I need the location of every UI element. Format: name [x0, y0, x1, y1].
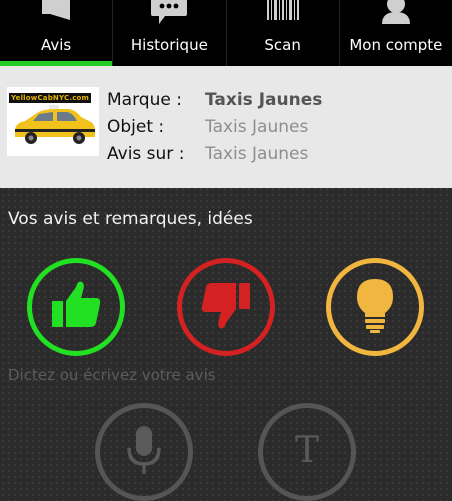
- marque-label: Marque :: [107, 89, 182, 110]
- thumbs-down-icon: [198, 277, 254, 337]
- idea-button[interactable]: [326, 258, 424, 356]
- feedback-title: Vos avis et remarques, idées: [8, 209, 253, 229]
- avis-sur-label: Avis sur :: [107, 143, 185, 164]
- tab-bar: Avis Historique Scan Mon compte: [0, 0, 452, 66]
- person-icon: [376, 0, 416, 28]
- tab-avis[interactable]: Avis: [0, 0, 114, 66]
- dislike-button[interactable]: [177, 258, 275, 356]
- megaphone-icon: [36, 0, 76, 28]
- tab-label: Mon compte: [349, 36, 443, 54]
- tab-mon-compte[interactable]: Mon compte: [340, 0, 452, 66]
- tab-scan[interactable]: Scan: [227, 0, 340, 66]
- microphone-button[interactable]: [95, 403, 193, 501]
- tab-label: Avis: [41, 36, 72, 54]
- marque-value: Taxis Jaunes: [205, 89, 323, 110]
- objet-value: Taxis Jaunes: [205, 116, 309, 137]
- marque-row: Marque : Taxis Jaunes: [107, 86, 322, 113]
- avis-sur-value: Taxis Jaunes: [205, 143, 309, 164]
- tab-label: Historique: [130, 36, 208, 54]
- objet-label: Objet :: [107, 116, 165, 137]
- product-header: YellowCabNYC.com Marque : Taxis Jaunes O…: [0, 66, 452, 188]
- avis-sur-row: Avis sur : Taxis Jaunes: [107, 140, 322, 167]
- text-input-button[interactable]: T: [258, 403, 356, 501]
- like-button[interactable]: [27, 258, 125, 356]
- tab-historique[interactable]: Historique: [113, 0, 227, 66]
- logo-text: YellowCabNYC.com: [9, 93, 92, 103]
- thumbs-up-icon: [48, 277, 104, 337]
- tab-label: Scan: [264, 36, 301, 54]
- objet-row: Objet : Taxis Jaunes: [107, 113, 322, 140]
- microphone-icon: [122, 422, 166, 482]
- product-fields: Marque : Taxis Jaunes Objet : Taxis Jaun…: [107, 86, 322, 167]
- dictate-hint: Dictez ou écrivez votre avis: [8, 366, 216, 384]
- chat-bubble-icon: [149, 0, 189, 28]
- lightbulb-icon: [347, 275, 403, 339]
- product-logo: YellowCabNYC.com: [7, 87, 99, 156]
- text-glyph: T: [294, 429, 319, 471]
- barcode-icon: [263, 0, 303, 28]
